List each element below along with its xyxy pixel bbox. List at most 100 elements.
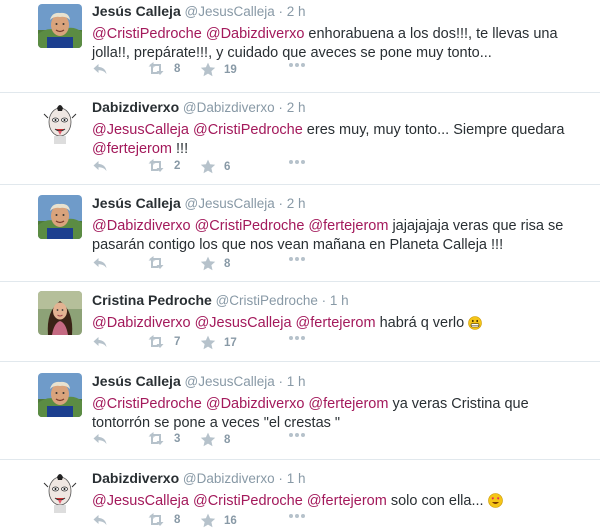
reply-icon bbox=[92, 62, 108, 76]
tweet-timestamp[interactable]: 1 h bbox=[287, 374, 306, 389]
tweet-timestamp[interactable]: 2 h bbox=[287, 4, 306, 19]
mention-link[interactable]: @Dabizdiverxo bbox=[92, 315, 191, 331]
tweet-timestamp[interactable]: 2 h bbox=[287, 196, 306, 211]
reply-button[interactable] bbox=[92, 513, 108, 527]
retweet-icon bbox=[146, 432, 166, 446]
retweet-button[interactable]: 7 bbox=[146, 335, 180, 349]
mention-link[interactable]: @JesusCalleja bbox=[92, 122, 189, 138]
favorite-star-icon bbox=[200, 335, 216, 350]
separator: · bbox=[278, 4, 284, 19]
reply-button[interactable] bbox=[92, 62, 108, 76]
tweet[interactable]: Cristina Pedroche @CristiPedroche · 1 h … bbox=[0, 282, 600, 362]
mention-link[interactable]: @fertejerom bbox=[92, 141, 172, 157]
favorite-button[interactable]: 19 bbox=[200, 62, 237, 77]
mention-link[interactable]: @fertejerom bbox=[308, 396, 388, 412]
favorite-star-icon bbox=[200, 256, 216, 271]
more-button[interactable] bbox=[288, 513, 306, 519]
tweet-author-name[interactable]: Dabizdiverxo bbox=[92, 470, 179, 486]
reply-icon bbox=[92, 335, 108, 349]
avatar[interactable] bbox=[38, 195, 82, 239]
tweet[interactable]: Jesús Calleja @JesusCalleja · 1 h @Crist… bbox=[0, 362, 600, 460]
tweet-author-name[interactable]: Jesús Calleja bbox=[92, 195, 181, 211]
mention-link[interactable]: @CristiPedroche bbox=[92, 396, 202, 412]
tweet-header: Jesús Calleja @JesusCalleja · 1 h bbox=[92, 372, 580, 391]
tweet-author-handle[interactable]: @JesusCalleja bbox=[185, 196, 275, 211]
reply-button[interactable] bbox=[92, 335, 108, 349]
tweet-author-handle[interactable]: @Dabizdiverxo bbox=[183, 100, 275, 115]
favorite-button-count: 17 bbox=[224, 336, 237, 349]
tweet-text-segment: !!! bbox=[172, 141, 189, 157]
more-button[interactable] bbox=[288, 159, 306, 165]
avatar[interactable] bbox=[38, 469, 82, 513]
separator: · bbox=[278, 374, 284, 389]
favorite-button[interactable]: 16 bbox=[200, 513, 237, 528]
favorite-star-icon bbox=[200, 432, 216, 447]
more-button[interactable] bbox=[288, 432, 306, 438]
retweet-icon bbox=[146, 62, 166, 76]
mention-link[interactable]: @CristiPedroche bbox=[92, 26, 202, 42]
more-button[interactable] bbox=[288, 256, 306, 262]
mention-link[interactable]: @fertejerom bbox=[308, 218, 388, 234]
tweet-author-handle[interactable]: @JesusCalleja bbox=[185, 374, 275, 389]
mention-link[interactable]: @fertejerom bbox=[296, 315, 376, 331]
mention-link[interactable]: @CristiPedroche bbox=[193, 122, 303, 138]
more-button[interactable] bbox=[288, 335, 306, 341]
tweet-author-name[interactable]: Cristina Pedroche bbox=[92, 292, 212, 308]
favorite-button[interactable]: 8 bbox=[200, 256, 230, 271]
favorite-button-count: 16 bbox=[224, 514, 237, 527]
tweet-author-name[interactable]: Jesús Calleja bbox=[92, 3, 181, 19]
tweet-author-handle[interactable]: @Dabizdiverxo bbox=[183, 471, 275, 486]
retweet-button[interactable]: 8 bbox=[146, 513, 180, 527]
tweet[interactable]: Dabizdiverxo @Dabizdiverxo · 2 h @JesusC… bbox=[0, 93, 600, 185]
mention-link[interactable]: @CristiPedroche bbox=[193, 493, 303, 509]
reply-icon bbox=[92, 513, 108, 527]
tweet-header: Dabizdiverxo @Dabizdiverxo · 2 h bbox=[92, 98, 580, 117]
tweet-text-segment: habrá q verlo bbox=[375, 315, 469, 331]
favorite-button[interactable]: 6 bbox=[200, 159, 230, 174]
mention-link[interactable]: @JesusCalleja bbox=[92, 493, 189, 509]
mention-link[interactable]: @CristiPedroche bbox=[195, 218, 305, 234]
mention-link[interactable]: @Dabizdiverxo bbox=[92, 218, 191, 234]
favorite-star-icon bbox=[200, 513, 216, 528]
favorite-star-icon bbox=[200, 62, 216, 77]
mention-link[interactable]: @Dabizdiverxo bbox=[206, 26, 305, 42]
retweet-button[interactable]: 3 bbox=[146, 432, 180, 446]
reply-button[interactable] bbox=[92, 256, 108, 270]
tweet[interactable]: Jesús Calleja @JesusCalleja · 2 h @Crist… bbox=[0, 0, 600, 93]
tweet-timestamp[interactable]: 1 h bbox=[287, 471, 306, 486]
reply-button[interactable] bbox=[92, 432, 108, 446]
favorite-button[interactable]: 8 bbox=[200, 432, 230, 447]
separator: · bbox=[278, 100, 283, 115]
more-dots-icon bbox=[288, 513, 306, 519]
tweet-timestamp[interactable]: 1 h bbox=[330, 293, 349, 308]
tweet-author-name[interactable]: Dabizdiverxo bbox=[92, 99, 179, 115]
separator: · bbox=[321, 293, 327, 308]
avatar[interactable] bbox=[38, 373, 82, 417]
tweet-text: @CristiPedroche @Dabizdiverxo enhorabuen… bbox=[92, 25, 580, 63]
avatar[interactable] bbox=[38, 100, 82, 144]
tweet[interactable]: Dabizdiverxo @Dabizdiverxo · 1 h @JesusC… bbox=[0, 460, 600, 528]
tweet[interactable]: Jesús Calleja @JesusCalleja · 2 h @Dabiz… bbox=[0, 185, 600, 282]
favorite-button[interactable]: 17 bbox=[200, 335, 237, 350]
tweet-text-segment: eres muy, muy tonto... Siempre quedara bbox=[302, 122, 565, 138]
tweet-header: Dabizdiverxo @Dabizdiverxo · 1 h bbox=[92, 469, 580, 488]
grin-face-emoji-icon bbox=[468, 316, 483, 336]
retweet-icon bbox=[146, 256, 166, 270]
mention-link[interactable]: @Dabizdiverxo bbox=[206, 396, 305, 412]
tweet-header: Jesús Calleja @JesusCalleja · 2 h bbox=[92, 2, 580, 21]
retweet-icon bbox=[146, 159, 166, 173]
retweet-button[interactable] bbox=[146, 256, 174, 270]
more-button[interactable] bbox=[288, 62, 306, 68]
retweet-button[interactable]: 2 bbox=[146, 159, 180, 173]
tweet-author-handle[interactable]: @CristiPedroche bbox=[216, 293, 318, 308]
retweet-icon bbox=[146, 335, 166, 349]
tweet-author-handle[interactable]: @JesusCalleja bbox=[185, 4, 275, 19]
tweet-timestamp[interactable]: 2 h bbox=[287, 100, 306, 115]
mention-link[interactable]: @fertejerom bbox=[307, 493, 387, 509]
avatar[interactable] bbox=[38, 291, 82, 335]
avatar[interactable] bbox=[38, 4, 82, 48]
retweet-button[interactable]: 8 bbox=[146, 62, 180, 76]
tweet-author-name[interactable]: Jesús Calleja bbox=[92, 373, 181, 389]
mention-link[interactable]: @JesusCalleja bbox=[195, 315, 292, 331]
reply-button[interactable] bbox=[92, 159, 108, 173]
